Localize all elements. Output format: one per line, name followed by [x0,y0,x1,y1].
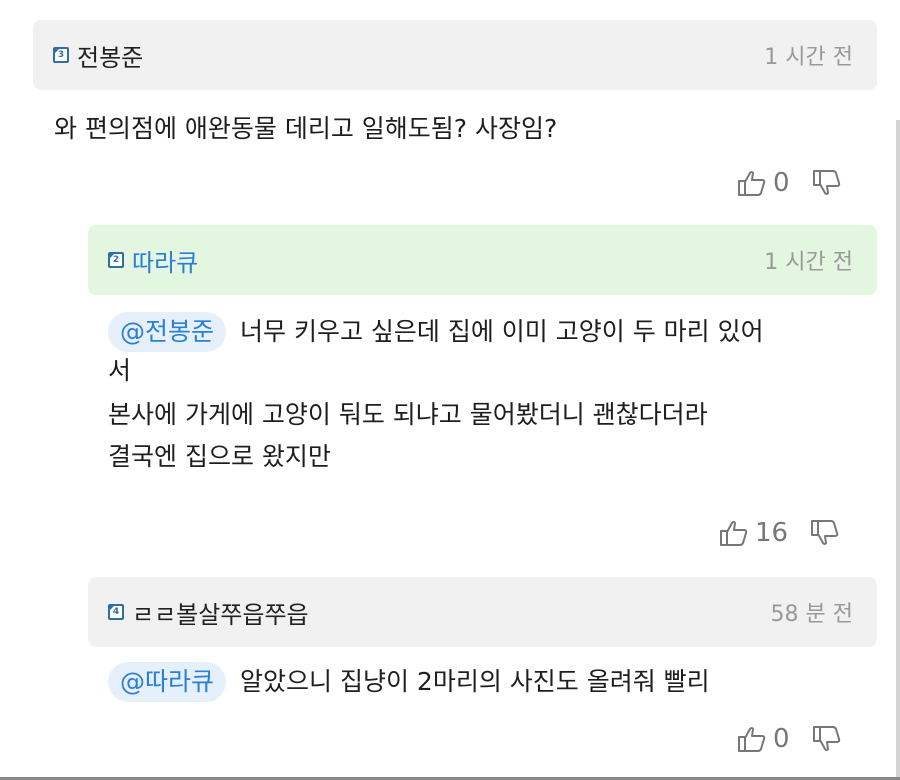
like-count: 0 [773,168,790,198]
vote-bar: 16 [719,518,840,548]
comment-text: 와 편의점에 애완동물 데리고 일해도됨? 사장임? [54,114,558,143]
comment-author[interactable]: ㄹㄹ볼살쭈읍쭈읍 [132,595,309,630]
thumbs-up-icon[interactable] [719,518,749,548]
like-count: 0 [773,724,790,754]
like-count: 16 [755,518,789,548]
thumbs-up-icon[interactable] [737,168,767,198]
vote-bar: 0 [737,168,842,198]
comment-time: 1 시간 전 [764,250,853,275]
mention-tag[interactable]: @따라큐 [108,662,227,702]
comment-time: 1 시간 전 [764,45,853,70]
vote-bar: 0 [737,724,842,754]
level-badge-icon: 3 [53,47,69,63]
comment-time: 58 분 전 [770,602,853,627]
comment-header: 2 따라큐 1 시간 전 [88,225,877,295]
thumbs-down-icon[interactable] [812,168,842,198]
scroll-edge [896,120,900,780]
comment-text: @따라큐 알았으니 집냥이 2마리의 사진도 올려줘 빨리 [108,662,893,702]
thumbs-up-icon[interactable] [737,724,767,754]
comment-author[interactable]: 따라큐 [132,243,198,278]
comment-header: 3 전봉준 1 시간 전 [33,20,877,90]
mention-tag[interactable]: @전봉준 [108,312,227,352]
comment-text: @전봉준 너무 키우고 싶은데 집에 이미 고양이 두 마리 있어 서 본사에 가… [108,312,893,476]
thumbs-down-icon[interactable] [812,724,842,754]
level-badge-icon: 2 [108,252,124,268]
comment-author[interactable]: 전봉준 [77,38,143,73]
thumbs-down-icon[interactable] [810,518,840,548]
comment-header: 4 ㄹㄹ볼살쭈읍쭈읍 58 분 전 [88,577,877,647]
level-badge-icon: 4 [108,604,124,620]
